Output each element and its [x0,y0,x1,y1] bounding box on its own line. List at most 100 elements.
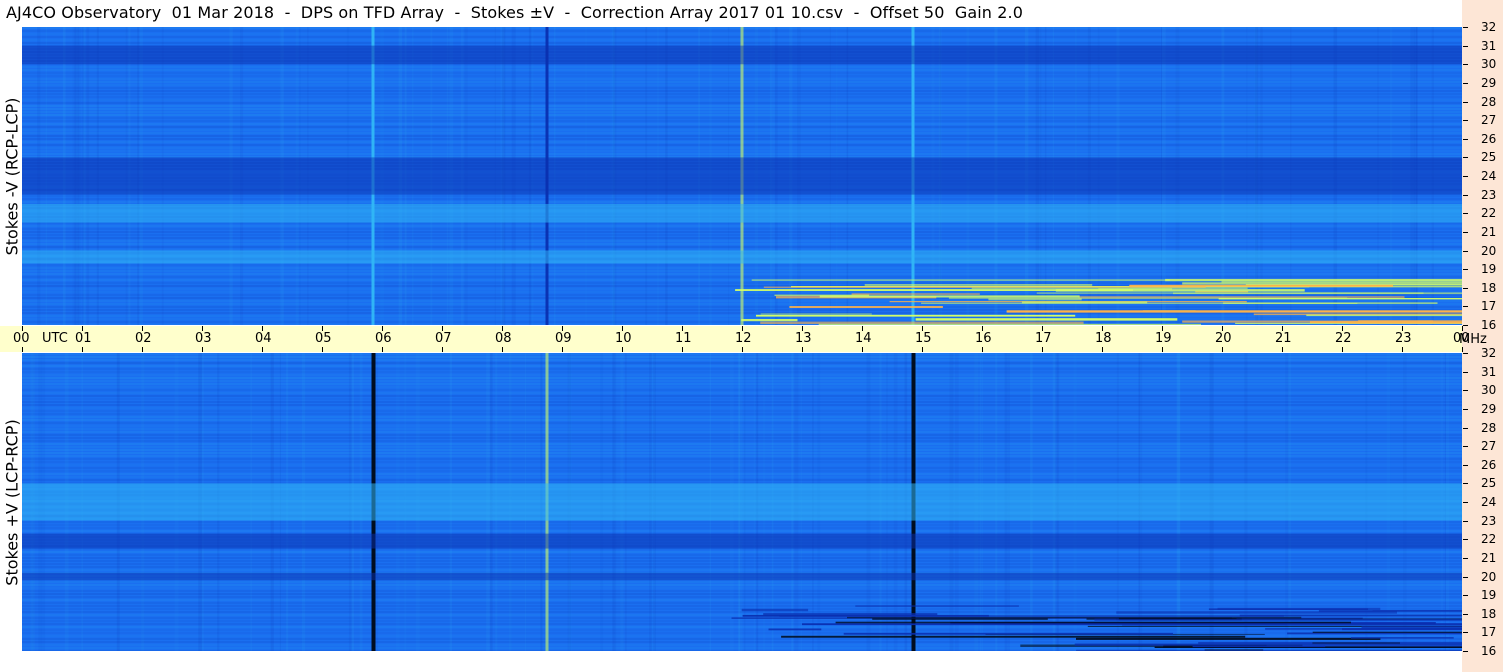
bottom-panel-ylabel: Stokes +V (LCP-RCP) [2,353,22,651]
utc-hour-label: 01 [75,331,92,346]
utc-tick [1342,347,1343,352]
mhz-tick [1463,157,1468,159]
burst-streak [915,318,1178,321]
frequency-band [22,45,1462,65]
mhz-label: 26 [1481,457,1497,472]
utc-tick [802,347,803,352]
mhz-tick [1463,539,1468,541]
utc-tick [1282,347,1283,352]
mhz-label: 28 [1481,94,1497,109]
burst-streak [948,297,1348,299]
mhz-tick [1463,45,1468,47]
utc-tick [862,347,863,352]
utc-hour-label: 04 [255,331,272,346]
mhz-label: 17 [1481,299,1497,314]
mhz-label: 21 [1481,550,1497,565]
utc-hour-label: 12 [735,331,752,346]
utc-hour-label: 03 [195,331,212,346]
mhz-tick [1463,82,1468,84]
mhz-label: 31 [1481,364,1497,379]
mhz-tick [1463,520,1468,522]
frequency-band [22,250,1462,264]
burst-streak [835,621,1351,624]
utc-hour-label: 19 [1155,331,1172,346]
mhz-tick [1463,464,1468,466]
utc-tick [922,347,923,352]
burst-streak [1165,278,1462,282]
mhz-tick [1463,194,1468,196]
mhz-tick [1463,306,1468,308]
mhz-tick [1463,325,1468,326]
mhz-tick [1463,576,1468,578]
mhz-tick [1463,250,1468,252]
utc-hour-label: 02 [135,331,152,346]
mhz-label: 22 [1481,206,1497,221]
utc-tick [502,347,503,352]
utc-tick [1162,347,1163,352]
burst-streak [847,616,1302,619]
mhz-label: 30 [1481,383,1497,398]
utc-tick [202,347,203,352]
frequency-band [22,203,1462,223]
utc-time-axis: UTC 00 01 02 03 04 05 06 07 08 09 10 11 12 13 14 15 16 17… [0,326,1470,352]
mhz-tick [1463,613,1468,615]
burst-streak [1312,631,1462,633]
utc-axis-label: UTC [42,331,68,346]
utc-hour-label: 15 [915,331,932,346]
burst-streak [1182,282,1462,285]
utc-tick [22,347,23,352]
mhz-tick [1463,651,1468,652]
burst-streak [1217,607,1381,610]
burst-streak [1076,637,1381,640]
mhz-label: 22 [1481,532,1497,547]
mhz-label: 26 [1481,131,1497,146]
burst-streak [819,295,1080,298]
utc-tick [1402,347,1403,352]
burst-streak [1173,292,1462,295]
frequency-band [22,483,1462,521]
burst-streak [1116,611,1397,614]
mhz-tick [1463,120,1468,122]
mhz-tick [1463,502,1468,503]
utc-hour-label: 16 [975,331,992,346]
mhz-tick [1463,557,1468,559]
top-panel-ylabel: Stokes -V (RCP-LCP) [2,26,22,326]
mhz-tick [1463,27,1468,28]
burst-streak [855,605,1019,607]
burst-streak [1055,289,1305,292]
top-panel-ylabel-text: Stokes -V (RCP-LCP) [2,97,22,255]
utc-hour-label: 21 [1275,331,1292,346]
bottom-spectrogram-svg [22,353,1462,651]
burst-streak [789,306,943,308]
utc-hour-label: 10 [615,331,632,346]
burst-streak [864,284,1093,286]
burst-streak [1342,628,1462,631]
utc-tick [262,347,263,352]
mhz-tick [1463,371,1468,373]
mhz-tick [1463,287,1468,289]
burst-streak [1074,643,1462,646]
burst-streak [781,635,1246,638]
mhz-label: 25 [1481,476,1497,491]
burst-streak [779,615,1284,617]
mhz-tick [1463,408,1468,410]
mhz-label: 19 [1481,588,1497,603]
mhz-tick [1463,138,1468,140]
utc-tick [982,347,983,352]
bottom-spectrogram [22,353,1462,651]
utc-tick [562,347,563,352]
burst-streak [1094,618,1462,621]
mhz-label: 32 [1481,20,1497,34]
burst-streak [760,321,1084,324]
burst-streak [1006,310,1462,313]
utc-hour-label: 05 [315,331,332,346]
utc-tick [1462,347,1463,352]
utc-tick [82,347,83,352]
utc-hour-label: 08 [495,331,512,346]
utc-tick [1042,347,1043,352]
frequency-band [22,157,1462,195]
utc-tick [1102,347,1103,352]
mhz-label: 16 [1481,318,1497,332]
mhz-tick [1463,101,1468,103]
burst-streak [818,323,1201,325]
